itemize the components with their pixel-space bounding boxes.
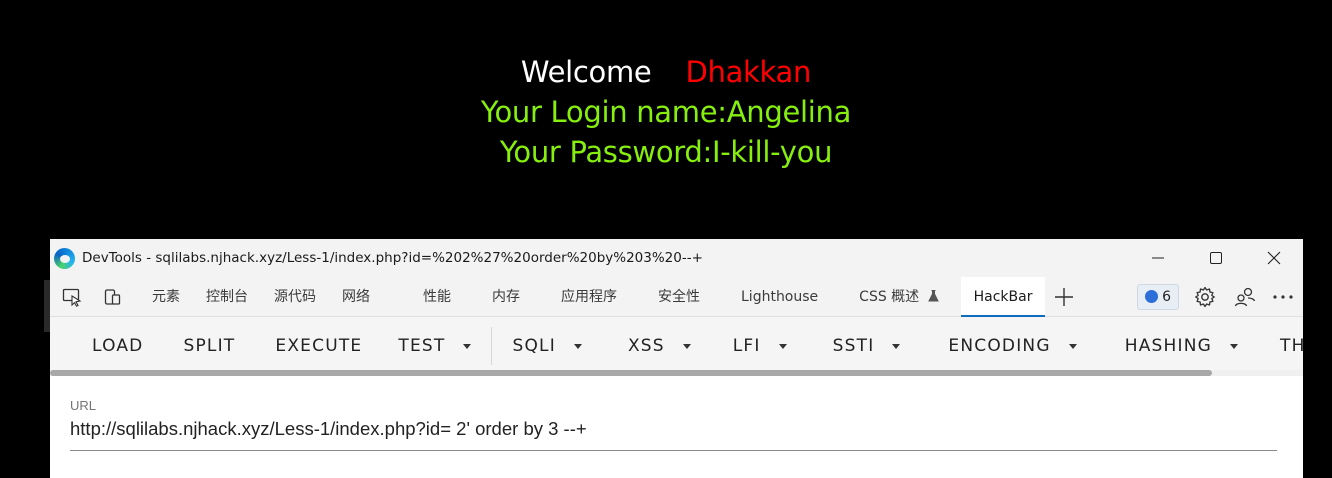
tab-css-overview[interactable]: CSS 概述	[846, 277, 960, 317]
inspect-button[interactable]	[60, 285, 84, 309]
tab-css-overview-label: CSS 概述	[859, 288, 920, 305]
ssti-dropdown[interactable]: SSTI	[819, 328, 915, 364]
devtools-window: DevTools - sqlilabs.njhack.xyz/Less-1/in…	[50, 239, 1303, 478]
toolbar-divider	[491, 327, 493, 365]
minimize-icon	[1152, 257, 1164, 259]
test-dropdown-label: TEST	[398, 336, 446, 356]
username-text: Dhakkan	[685, 55, 812, 89]
more-tabs-button[interactable]	[1052, 285, 1076, 309]
xss-dropdown[interactable]: XSS	[614, 328, 705, 364]
hackbar-toolbar: LOAD SPLIT EXECUTE TEST SQLI XSS LFI SST…	[50, 317, 1303, 375]
people-icon	[1234, 287, 1256, 306]
url-panel: URL http://sqlilabs.njhack.xyz/Less-1/in…	[50, 376, 1303, 478]
flask-icon	[927, 289, 939, 301]
split-button[interactable]: SPLIT	[169, 328, 249, 364]
tab-security[interactable]: 安全性	[645, 277, 728, 317]
tab-elements[interactable]: 元素	[139, 277, 193, 317]
issues-count: 6	[1162, 288, 1171, 305]
encoding-dropdown-label: ENCODING	[948, 336, 1051, 356]
tab-performance[interactable]: 性能	[410, 277, 479, 317]
devtools-titlebar: DevTools - sqlilabs.njhack.xyz/Less-1/in…	[50, 239, 1303, 277]
inspect-icon	[62, 288, 82, 307]
theme-dropdown[interactable]: TH	[1266, 328, 1303, 364]
ellipsis-icon	[1273, 294, 1293, 299]
tab-memory[interactable]: 内存	[479, 277, 548, 317]
lfi-dropdown-label: LFI	[732, 336, 761, 356]
devtools-tabbar: 元素 控制台 源代码 网络 性能 内存 应用程序 安全性 Lighthouse …	[50, 276, 1303, 317]
tab-sources[interactable]: 源代码	[261, 277, 329, 317]
test-dropdown[interactable]: TEST	[384, 328, 485, 364]
login-result: Welcome Dhakkan Your Login name:Angelina …	[0, 52, 1332, 172]
edge-logo-icon	[54, 247, 75, 269]
url-label: URL	[70, 398, 97, 413]
hashing-dropdown-label: HASHING	[1124, 336, 1213, 356]
load-button[interactable]: LOAD	[78, 328, 157, 364]
caret-down-icon	[463, 343, 472, 349]
issues-icon	[1145, 290, 1159, 303]
tab-lighthouse[interactable]: Lighthouse	[728, 277, 846, 317]
caret-down-icon	[682, 343, 691, 349]
close-button[interactable]	[1245, 239, 1303, 277]
password-text: Your Password:I-kill-you	[499, 135, 833, 169]
feedback-button[interactable]	[1233, 285, 1257, 309]
url-input[interactable]: http://sqlilabs.njhack.xyz/Less-1/index.…	[70, 418, 587, 440]
window-controls	[1129, 239, 1303, 277]
welcome-text: Welcome	[520, 55, 652, 89]
sqli-dropdown-label: SQLI	[512, 336, 556, 356]
encoding-dropdown[interactable]: ENCODING	[934, 328, 1090, 364]
xss-dropdown-label: XSS	[627, 336, 665, 356]
tab-network[interactable]: 网络	[329, 277, 410, 317]
tab-application[interactable]: 应用程序	[548, 277, 645, 317]
device-toolbar-button[interactable]	[100, 285, 124, 309]
ssti-dropdown-label: SSTI	[832, 336, 875, 356]
device-toolbar-icon	[104, 288, 121, 305]
maximize-icon	[1210, 252, 1222, 264]
sqli-dropdown[interactable]: SQLI	[498, 328, 595, 364]
hashing-dropdown[interactable]: HASHING	[1111, 328, 1252, 364]
execute-button[interactable]: EXECUTE	[261, 328, 376, 364]
login-name-text: Your Login name:Angelina	[480, 95, 852, 129]
lfi-dropdown[interactable]: LFI	[719, 328, 801, 364]
settings-button[interactable]	[1193, 285, 1217, 309]
caret-down-icon	[573, 343, 582, 349]
close-icon	[1267, 251, 1281, 265]
caret-down-icon	[778, 343, 787, 349]
gear-icon	[1195, 286, 1215, 307]
plus-icon	[1055, 287, 1074, 306]
url-input-underline	[70, 450, 1277, 451]
minimize-button[interactable]	[1129, 239, 1187, 277]
tab-hackbar[interactable]: HackBar	[960, 276, 1046, 317]
maximize-button[interactable]	[1187, 239, 1245, 277]
more-options-button[interactable]	[1271, 285, 1295, 309]
caret-down-icon	[892, 343, 901, 349]
issues-badge[interactable]: 6	[1137, 283, 1179, 310]
window-title: DevTools - sqlilabs.njhack.xyz/Less-1/in…	[82, 250, 703, 266]
caret-down-icon	[1068, 343, 1077, 349]
tab-console[interactable]: 控制台	[193, 277, 261, 317]
caret-down-icon	[1230, 343, 1239, 349]
welcome-line: Welcome Dhakkan	[0, 52, 1332, 92]
